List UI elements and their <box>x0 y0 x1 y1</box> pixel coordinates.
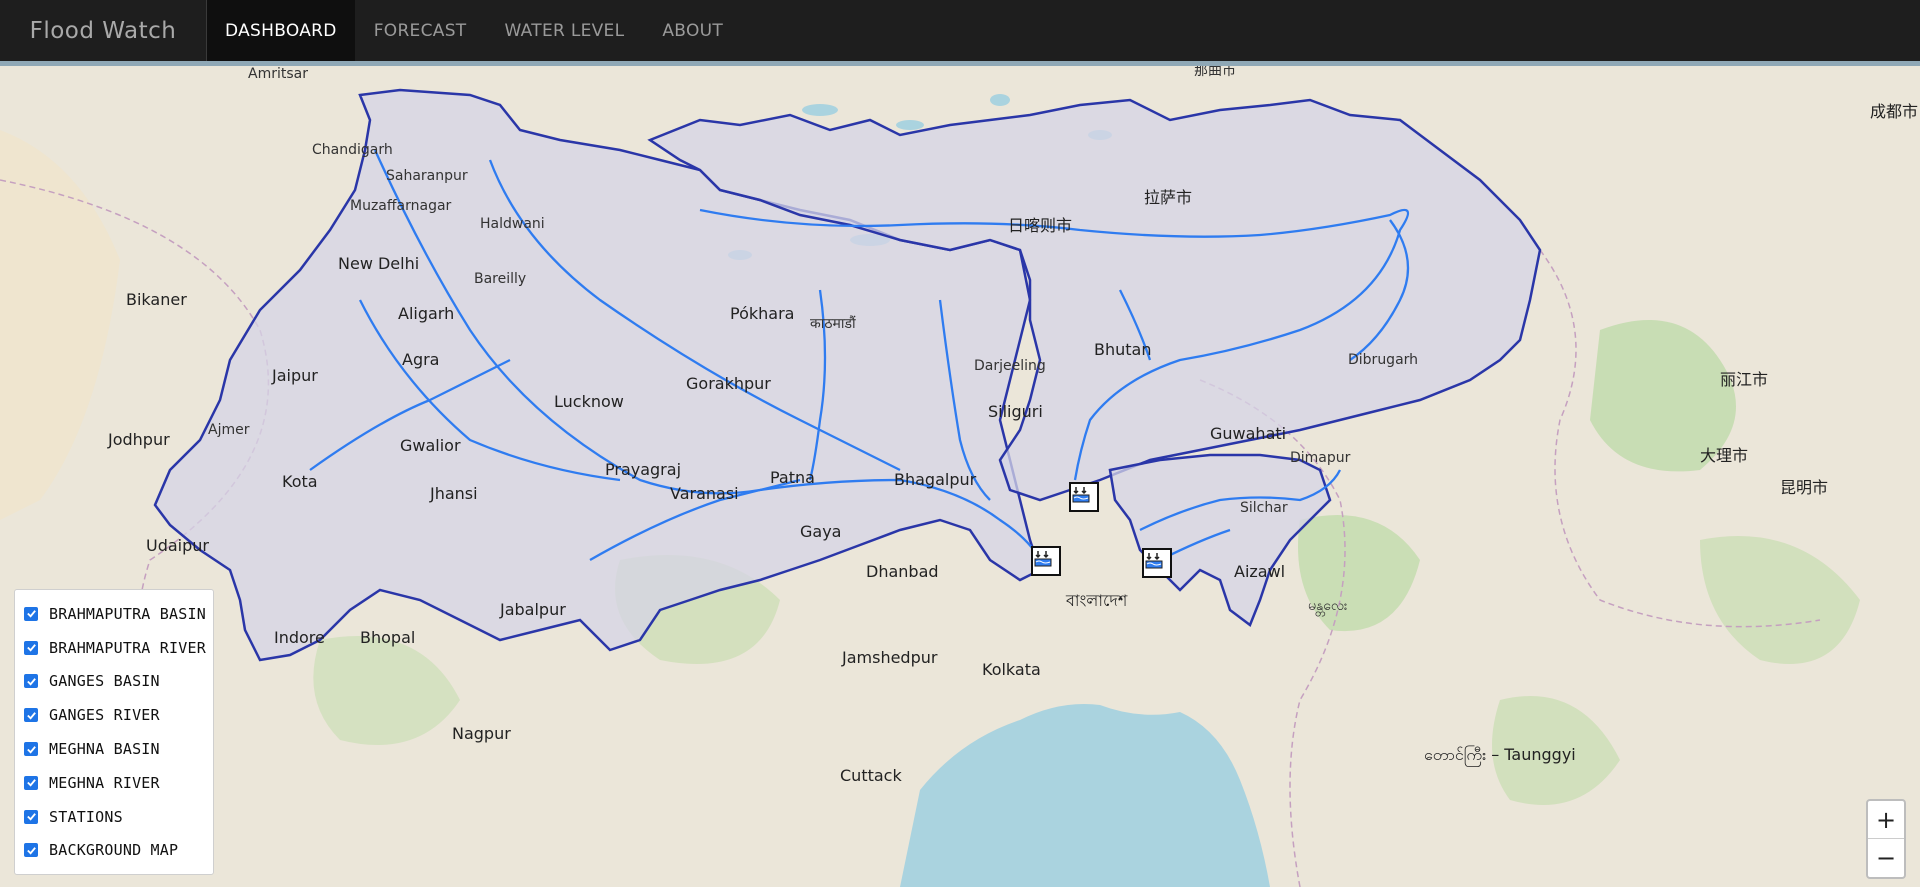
map-label: Saharanpur <box>386 168 468 184</box>
map-label: Darjeeling <box>974 358 1046 374</box>
map-label: Bareilly <box>474 271 527 287</box>
layer-toggle-meghna-basin[interactable]: MEGHNA BASIN <box>24 732 213 766</box>
station-marker[interactable] <box>1031 546 1061 576</box>
layer-toggle-stations[interactable]: STATIONS <box>24 800 213 834</box>
map-label: Haldwani <box>480 216 545 232</box>
map-label: Kolkata <box>982 660 1041 679</box>
layer-label: MEGHNA BASIN <box>49 740 160 759</box>
navbar: Flood Watch DASHBOARD FORECAST WATER LEV… <box>0 0 1920 61</box>
brand-title[interactable]: Flood Watch <box>0 0 207 61</box>
map-label: Gwalior <box>400 436 461 455</box>
map-label: 昆明市 <box>1780 478 1829 497</box>
map-label: Amritsar <box>248 66 308 82</box>
map-label: Patna <box>770 468 815 487</box>
map-label: Kota <box>282 472 318 491</box>
layer-toggle-brahmaputra-river[interactable]: BRAHMAPUTRA RIVER <box>24 631 213 665</box>
map-label: Ajmer <box>208 422 250 438</box>
map-label: Muzaffarnagar <box>350 198 452 214</box>
map-label: Udaipur <box>146 536 209 555</box>
checkbox-checked-icon[interactable] <box>24 606 38 621</box>
map-label: Prayagraj <box>605 460 682 479</box>
map-label: Aizawl <box>1234 562 1286 581</box>
map-label: Silchar <box>1240 500 1288 516</box>
map-label: Jabalpur <box>500 600 566 619</box>
station-marker[interactable] <box>1142 548 1172 578</box>
map-label: Gaya <box>800 522 842 541</box>
map-label: বাংলাদেশ <box>1066 591 1128 610</box>
checkbox-checked-icon[interactable] <box>24 708 38 723</box>
layer-toggle-meghna-river[interactable]: MEGHNA RIVER <box>24 766 213 800</box>
layer-control-panel: BRAHMAPUTRA BASIN BRAHMAPUTRA RIVER GANG… <box>14 589 214 875</box>
map-label: Guwahati <box>1210 424 1287 443</box>
layer-label: BRAHMAPUTRA RIVER <box>49 638 206 657</box>
layer-toggle-ganges-river[interactable]: GANGES RIVER <box>24 698 213 732</box>
map-canvas[interactable]: Amritsar Chandigarh New Delhi Saharanpur… <box>0 66 1920 887</box>
lake <box>802 104 838 116</box>
map-label: Bhagalpur <box>894 470 977 489</box>
map-label: 大理市 <box>1700 446 1749 465</box>
map-label: Jaipur <box>272 366 318 385</box>
checkbox-checked-icon[interactable] <box>24 775 38 790</box>
map-label: 丽江市 <box>1720 370 1769 389</box>
nav-water-level[interactable]: WATER LEVEL <box>485 0 643 61</box>
layer-label: MEGHNA RIVER <box>49 773 160 792</box>
zoom-out-button[interactable]: − <box>1868 839 1904 877</box>
checkbox-checked-icon[interactable] <box>24 809 38 824</box>
nav-forecast[interactable]: FORECAST <box>355 0 486 61</box>
map-label: Lucknow <box>554 392 624 411</box>
layer-label: BACKGROUND MAP <box>49 841 179 860</box>
checkbox-checked-icon[interactable] <box>24 674 38 689</box>
map-label: Dibrugarh <box>1348 352 1419 368</box>
layer-label: GANGES RIVER <box>49 706 160 725</box>
map-label: Bhutan <box>1094 340 1152 359</box>
map-label: Cuttack <box>840 766 902 785</box>
layer-label: BRAHMAPUTRA BASIN <box>49 604 206 623</box>
nav-about[interactable]: ABOUT <box>643 0 742 61</box>
map-label: Siliguri <box>988 402 1043 421</box>
map-label: မန္တလေး <box>1308 598 1348 614</box>
map-label: 拉萨市 <box>1144 188 1193 207</box>
map-label: Varanasi <box>670 484 739 503</box>
map-label: Chandigarh <box>312 142 393 158</box>
map-label: Pókhara <box>730 304 795 323</box>
layer-toggle-brahmaputra-basin[interactable]: BRAHMAPUTRA BASIN <box>24 597 213 631</box>
map-label: Bhopal <box>360 628 416 647</box>
map-label: Jamshedpur <box>842 648 938 667</box>
map-label: Nagpur <box>452 724 511 743</box>
map-label: 那曲市 <box>1194 66 1236 79</box>
checkbox-checked-icon[interactable] <box>24 742 38 757</box>
map-label: Jhansi <box>430 484 478 503</box>
checkbox-checked-icon[interactable] <box>24 640 38 655</box>
zoom-in-button[interactable]: + <box>1868 801 1904 839</box>
station-icon <box>1072 487 1090 503</box>
station-icon <box>1034 551 1052 567</box>
lake <box>896 120 924 130</box>
map-label: Bikaner <box>126 290 187 309</box>
map-label: New Delhi <box>338 254 420 273</box>
map-label: 成都市 <box>1870 102 1919 121</box>
lake <box>990 94 1010 106</box>
map-label: Indore <box>274 628 325 647</box>
map-label: Aligarh <box>398 304 455 323</box>
nav-dashboard[interactable]: DASHBOARD <box>207 0 355 61</box>
map-label: Dimapur <box>1290 450 1351 466</box>
map-label: काठमाडौं <box>810 316 856 332</box>
map-label: Jodhpur <box>108 430 170 449</box>
map-label: 日喀则市 <box>1008 216 1073 235</box>
checkbox-checked-icon[interactable] <box>24 843 38 858</box>
layer-toggle-background-map[interactable]: BACKGROUND MAP <box>24 834 213 868</box>
map-label: Dhanbad <box>866 562 939 581</box>
zoom-control: + − <box>1866 799 1906 879</box>
station-marker[interactable] <box>1069 482 1099 512</box>
map-label: Gorakhpur <box>686 374 771 393</box>
layer-label: STATIONS <box>49 807 123 826</box>
map-label: တောင်ကြီး – Taunggyi <box>1424 745 1576 764</box>
layer-toggle-ganges-basin[interactable]: GANGES BASIN <box>24 665 213 699</box>
map-label: Agra <box>402 350 440 369</box>
layer-label: GANGES BASIN <box>49 672 160 691</box>
station-icon <box>1145 553 1163 569</box>
